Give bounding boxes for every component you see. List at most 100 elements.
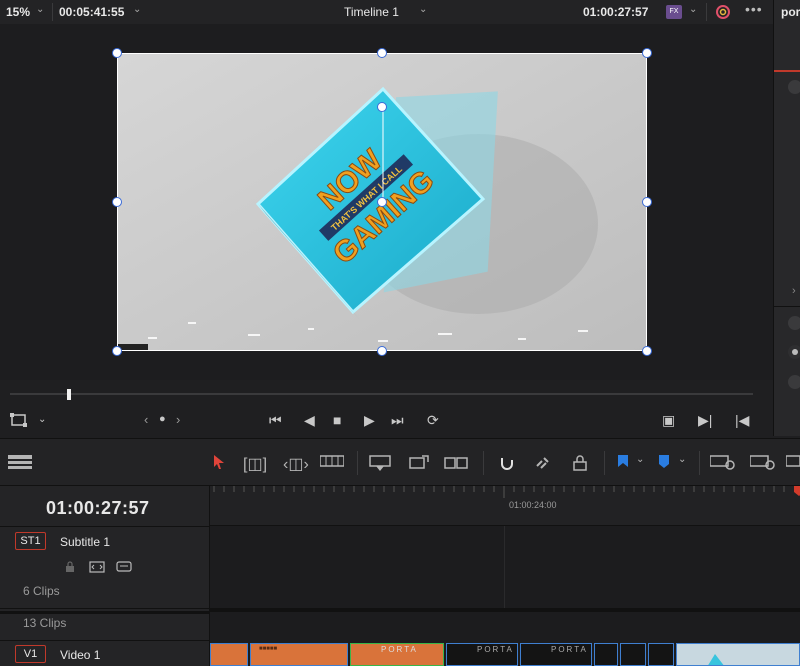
lock-icon[interactable]	[571, 454, 589, 477]
inspector-panel: por ›	[773, 0, 800, 436]
subtitle-icon[interactable]	[116, 561, 132, 576]
video-clip[interactable]	[620, 643, 646, 666]
transform-handle[interactable]	[112, 346, 122, 356]
flag-icon[interactable]	[617, 454, 629, 475]
track-id-badge[interactable]: ST1	[15, 532, 46, 550]
divider	[52, 3, 53, 21]
knob[interactable]	[788, 80, 800, 94]
rotation-handle[interactable]	[377, 102, 387, 112]
link-icon[interactable]	[534, 454, 552, 477]
divider	[0, 640, 210, 641]
divider	[706, 3, 707, 21]
trim-icon[interactable]: [◫]	[243, 454, 267, 474]
transform-handle[interactable]	[112, 48, 122, 58]
gridline	[504, 526, 505, 608]
divider	[604, 451, 605, 475]
stop-icon[interactable]: ■	[333, 412, 341, 428]
panel-title: por	[781, 5, 800, 19]
chevron-down-icon[interactable]: ⌄	[689, 4, 697, 15]
overwrite-icon[interactable]	[408, 454, 430, 477]
skip-start-icon[interactable]: ⏮	[269, 412, 282, 429]
replace-icon[interactable]	[443, 454, 469, 477]
transform-handle[interactable]	[377, 197, 387, 207]
video-clip[interactable]: ■■■■■	[250, 643, 348, 666]
blade-icon[interactable]	[319, 454, 345, 473]
snap-icon[interactable]	[498, 454, 516, 477]
video-clip[interactable]	[210, 643, 248, 666]
chevron-right-icon[interactable]: ›	[792, 285, 796, 297]
transform-handle[interactable]	[377, 346, 387, 356]
video-clip[interactable]	[648, 643, 674, 666]
scrubber-bar[interactable]	[10, 393, 753, 395]
active-indicator	[774, 70, 800, 72]
timeline-view-icon[interactable]	[8, 455, 32, 474]
divider	[0, 526, 210, 527]
divider	[699, 451, 700, 475]
timeline-name-dropdown[interactable]: Timeline 1	[344, 5, 399, 19]
play-icon[interactable]: ▶	[364, 412, 375, 429]
prev-edit-icon[interactable]: |◀	[735, 412, 749, 429]
clip-thumbnail	[708, 654, 724, 665]
marker-icon[interactable]	[658, 454, 670, 475]
color-wheel-icon[interactable]	[714, 3, 732, 24]
knob[interactable]	[788, 375, 800, 389]
zoom-icon[interactable]	[749, 454, 776, 475]
chevron-down-icon[interactable]: ⌄	[36, 4, 44, 15]
transform-handle[interactable]	[377, 48, 387, 58]
zoom-icon[interactable]	[709, 454, 736, 475]
next-keyframe-icon[interactable]: ›	[176, 412, 180, 427]
chevron-down-icon[interactable]: ⌄	[419, 4, 427, 15]
ruler-ticks	[213, 486, 785, 498]
timeline-ruler[interactable]: 01:00:24:00	[210, 486, 800, 526]
transform-handle[interactable]	[642, 346, 652, 356]
lock-icon[interactable]	[65, 561, 75, 576]
video-clip[interactable]: PORTA	[520, 643, 592, 666]
divider	[357, 451, 358, 475]
video-clip[interactable]: PORTA	[350, 643, 444, 666]
track-name[interactable]: Video 1	[60, 648, 100, 662]
divider	[0, 611, 210, 614]
video-clip[interactable]: PORTA	[446, 643, 518, 666]
select-icon[interactable]	[213, 454, 225, 475]
fx-bypass-icon[interactable]: FX	[666, 5, 682, 19]
dynamic-trim-icon[interactable]: ‹◫›	[283, 454, 309, 474]
scrubber-head[interactable]	[67, 389, 71, 400]
knob[interactable]	[788, 316, 800, 330]
next-edit-icon[interactable]: ▶|	[698, 412, 712, 429]
transform-handle[interactable]	[642, 48, 652, 58]
track-headers: 01:00:27:57 ST1 Subtitle 1 6 Clips 13 Cl…	[0, 486, 210, 666]
radio-button[interactable]	[788, 345, 800, 359]
caption-toggle-icon[interactable]	[89, 561, 105, 576]
divider	[0, 608, 210, 609]
transform-handle[interactable]	[642, 197, 652, 207]
viewer: NOW THAT'S WHAT I CALL GAMING	[0, 24, 773, 380]
chevron-down-icon[interactable]: ⌄	[636, 454, 644, 465]
transform-handle[interactable]	[112, 197, 122, 207]
transform-icon[interactable]	[10, 413, 28, 430]
clip-label: PORTA	[477, 645, 514, 654]
chevron-down-icon[interactable]: ⌄	[133, 4, 141, 15]
track-name[interactable]: Subtitle 1	[60, 535, 110, 549]
insert-icon[interactable]	[368, 454, 392, 477]
match-frame-icon[interactable]: ▣	[662, 412, 675, 429]
clip-thumbnail-text: ■■■■■	[259, 646, 278, 652]
zoom-icon[interactable]	[785, 454, 800, 475]
more-icon[interactable]: •••	[745, 1, 763, 17]
video-clip[interactable]	[594, 643, 618, 666]
timeline[interactable]: 01:00:24:00 ■■■■■ PORTA PORTA PORTA	[210, 486, 800, 666]
step-back-icon[interactable]: ◀	[304, 412, 315, 429]
timeline-toolbar: [◫] ‹◫› ⌄ ⌄	[0, 438, 800, 486]
skip-end-icon[interactable]: ⏭	[391, 412, 404, 429]
loop-icon[interactable]: ⟳	[427, 412, 439, 429]
track-id-badge[interactable]: V1	[15, 645, 46, 663]
divider	[483, 451, 484, 475]
prev-keyframe-icon[interactable]: ‹	[144, 412, 148, 427]
zoom-level[interactable]: 15%	[6, 5, 30, 19]
clip-label: PORTA	[551, 645, 588, 654]
divider	[774, 306, 800, 307]
keyframe-icon[interactable]: ●	[159, 413, 166, 425]
chevron-down-icon[interactable]: ⌄	[678, 454, 686, 465]
video-clip[interactable]	[676, 643, 800, 666]
track-clip-count: 13 Clips	[23, 616, 67, 630]
chevron-down-icon[interactable]: ⌄	[38, 414, 46, 425]
